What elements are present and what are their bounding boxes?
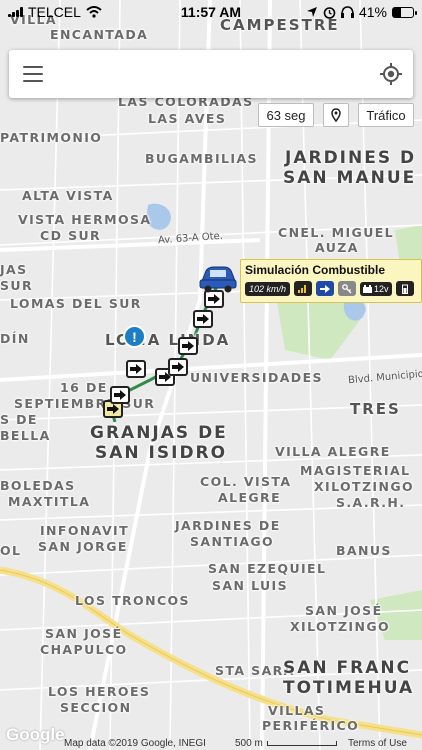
- arrow-right-icon: [208, 294, 220, 304]
- map-label: CD SUR: [40, 228, 102, 243]
- map-label: SEPTIEMBRE SUR: [14, 396, 156, 411]
- map-pin-icon: [331, 108, 341, 122]
- vehicle-car-icon[interactable]: [198, 261, 238, 295]
- map-label: S.A.R.H.: [336, 495, 406, 510]
- vehicle-name: Simulación Combustible: [245, 263, 386, 277]
- map-scale: 500 m: [235, 738, 337, 749]
- map-label: XILOTZINGO: [290, 619, 391, 634]
- map-label: CHAPULCO: [40, 642, 128, 657]
- map-label: BOLEDAS: [0, 478, 76, 493]
- route-marker[interactable]: [178, 337, 198, 355]
- arrow-right-icon: [172, 362, 184, 372]
- map-label: SUR: [0, 278, 33, 293]
- scale-label: 500 m: [235, 738, 263, 749]
- map-label: ALTA VISTA: [22, 188, 114, 203]
- arrow-right-icon: [114, 390, 126, 400]
- cell-signal-icon: [8, 7, 23, 17]
- map-label: 16 DE: [60, 380, 108, 395]
- map-label: VILLAS: [268, 703, 326, 718]
- map-label: BANUS: [336, 543, 392, 558]
- map-label: SAN JOSÉ: [305, 603, 383, 618]
- car-battery-icon: [363, 284, 373, 293]
- map-label: JAS: [0, 262, 28, 277]
- battery-icon: [392, 6, 417, 18]
- map-label: VILLA ALEGRE: [275, 444, 391, 459]
- map-label: GRANJAS DE: [90, 423, 228, 443]
- battery-percent: 41%: [358, 4, 387, 20]
- map-label: INFONAVIT: [40, 523, 130, 538]
- ignition-key-icon: [338, 281, 357, 296]
- vehicle-info-popup[interactable]: Simulación Combustible 102 km/h 12v: [240, 259, 422, 303]
- map-label: UNIVERSIDADES: [190, 370, 323, 385]
- google-logo: Google: [6, 725, 65, 744]
- map-label: COL. VISTA: [200, 474, 292, 489]
- hamburger-menu-icon[interactable]: [23, 66, 43, 82]
- map-label: SECCION: [60, 700, 132, 715]
- voltage-badge: 12v: [360, 281, 392, 296]
- pin-toggle-button[interactable]: [323, 103, 349, 127]
- map-label: S DE: [0, 412, 38, 427]
- map-label: VISTA HERMOSA: [18, 212, 152, 227]
- arrow-right-icon: [130, 364, 142, 374]
- arrow-right-icon: [107, 404, 119, 414]
- route-marker[interactable]: [193, 310, 213, 328]
- traffic-toggle-button[interactable]: Tráfico: [358, 103, 414, 127]
- headphones-icon: [340, 6, 354, 18]
- status-time: 11:57 AM: [180, 4, 242, 20]
- scale-bar: [266, 741, 337, 746]
- direction-arrow-icon: [316, 281, 335, 296]
- map-label: JARDINES D: [285, 148, 417, 168]
- map-label: SAN FRANC: [283, 658, 412, 678]
- map-attribution: Map data ©2019 Google, INEGI: [64, 738, 206, 749]
- alarm-icon: [323, 6, 336, 19]
- arrow-right-icon: [182, 341, 194, 351]
- map-label: MAXTITLA: [8, 494, 91, 509]
- map-label: LAS AVES: [148, 111, 227, 126]
- map-label: SAN MANUE: [283, 168, 417, 188]
- map-label: LOS TRONCOS: [75, 593, 190, 608]
- map-label: SAN JORGE: [38, 539, 128, 554]
- map-label: ALEGRE: [218, 490, 282, 505]
- map-label: SANTIAGO: [190, 534, 275, 549]
- speed-badge: 102 km/h: [245, 281, 291, 296]
- map-label: MAGISTERIAL: [300, 463, 411, 478]
- map-label: OL: [0, 543, 22, 558]
- signal-strength-icon: [294, 281, 313, 296]
- map-label: ENCANTADA: [50, 27, 149, 42]
- map-label: TOTIMEHUA: [283, 678, 415, 698]
- arrow-right-icon: [197, 314, 209, 324]
- search-bar[interactable]: [9, 50, 413, 98]
- map-label: SAN ISIDRO: [95, 443, 228, 463]
- map-label: DÍN: [0, 331, 30, 346]
- refresh-interval-button[interactable]: 63 seg: [258, 103, 314, 127]
- phone-battery-icon: [395, 281, 414, 296]
- route-marker[interactable]: [110, 386, 130, 404]
- alert-pin-icon[interactable]: !: [123, 325, 146, 348]
- map-label: PATRIMONIO: [0, 130, 103, 145]
- my-location-icon[interactable]: [379, 62, 403, 86]
- map-label: LOS HEROES: [48, 684, 151, 699]
- map-label: SAN JOSÉ: [45, 626, 123, 641]
- map-label: BUGAMBILIAS: [145, 151, 258, 166]
- route-marker[interactable]: [168, 358, 188, 376]
- terms-of-use-link[interactable]: Terms of Use: [348, 738, 407, 749]
- map-label: AUZA: [315, 240, 359, 255]
- map-label: SAN EZEQUIEL: [208, 561, 327, 576]
- map-label: TRES: [350, 400, 401, 418]
- map-label: CNEL. MIGUEL: [278, 225, 395, 240]
- map-label: PERIFÉRICO: [262, 718, 360, 733]
- wifi-icon: [86, 6, 102, 18]
- map-label: XILOTZINGO: [314, 479, 415, 494]
- voltage-value: 12v: [374, 283, 389, 294]
- route-marker[interactable]: [126, 360, 146, 378]
- map-label: LOMAS DEL SUR: [10, 296, 142, 311]
- location-arrow-icon: [306, 7, 317, 17]
- status-bar: TELCEL 11:57 AM 41%: [0, 0, 422, 24]
- map-label: SAN LUIS: [212, 578, 289, 593]
- map-label: JARDINES DE: [175, 518, 281, 533]
- carrier-name: TELCEL: [28, 4, 81, 20]
- map-label: BELLA: [0, 428, 51, 443]
